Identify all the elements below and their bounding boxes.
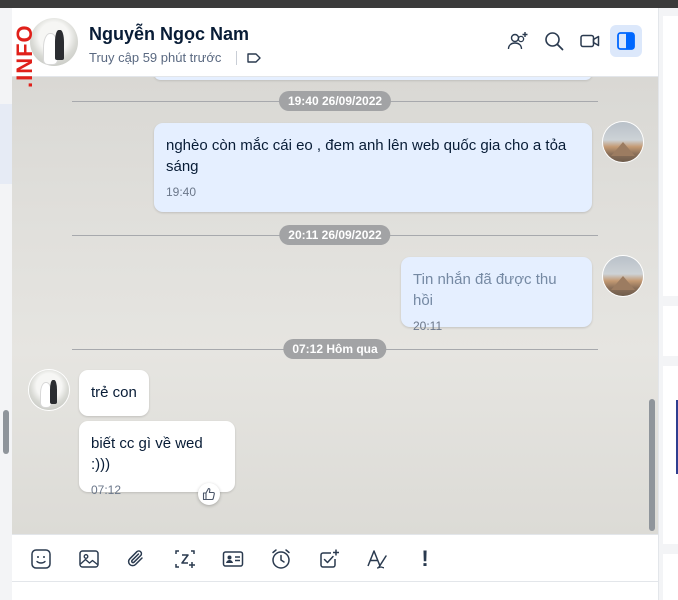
message-time: 19:40: [166, 185, 197, 199]
contact-last-seen: Truy cập 59 phút trước: [89, 50, 222, 65]
image-icon[interactable]: [77, 547, 101, 571]
conversation-list-edge: [0, 8, 12, 600]
message-text: nghèo còn mắc cái eo , đem anh lên web q…: [166, 137, 567, 175]
screenshot-icon[interactable]: [173, 547, 197, 571]
conversation-list-scrollbar[interactable]: [3, 410, 9, 454]
add-member-icon[interactable]: [507, 30, 529, 52]
video-call-icon[interactable]: [579, 30, 601, 52]
message-list[interactable]: 19:40 26/09/2022 nghèo còn mắc cái eo , …: [12, 77, 658, 534]
reaction-like-button[interactable]: [198, 483, 220, 505]
message-bubble-recalled[interactable]: Tin nhắn đã được thu hồi 20:11: [401, 257, 592, 333]
sidebar-toggle-icon[interactable]: [610, 25, 642, 57]
message-time: 20:11: [413, 319, 443, 333]
sticker-icon[interactable]: [29, 547, 53, 571]
chat-header: Nguyễn Ngọc Nam Truy cập 59 phút trước: [12, 8, 658, 77]
avatar-mountain: [611, 276, 635, 290]
message-list-scrollbar[interactable]: [649, 399, 655, 531]
tag-icon[interactable]: [246, 50, 262, 66]
contact-message-avatar[interactable]: [29, 370, 69, 410]
message-input[interactable]: [12, 582, 658, 600]
message-bubble-outgoing[interactable]: nghèo còn mắc cái eo , đem anh lên web q…: [154, 123, 592, 212]
todo-icon[interactable]: [317, 547, 341, 571]
info-card: [663, 16, 678, 296]
time-separator: 20:11 26/09/2022: [279, 225, 391, 245]
thumbs-up-icon: [202, 487, 215, 501]
contact-name[interactable]: Nguyễn Ngọc Nam: [89, 24, 249, 45]
conversation-list-selected-item[interactable]: [0, 104, 12, 184]
composer-toolbar: !: [12, 534, 658, 582]
message-bubble-incoming[interactable]: biết cc gì về wed :))) 07:12: [79, 421, 235, 497]
watermark-logo: .INFO: [12, 24, 37, 88]
important-icon[interactable]: !: [413, 547, 437, 571]
info-card[interactable]: [663, 554, 678, 600]
avatar-groom-figure: [55, 30, 64, 60]
contact-card-icon[interactable]: [221, 547, 245, 571]
my-avatar[interactable]: [603, 256, 643, 296]
previous-message-bubble[interactable]: [154, 77, 592, 80]
avatar-mountain: [611, 142, 635, 156]
my-avatar[interactable]: [603, 122, 643, 162]
window-top-bar: [0, 0, 678, 8]
text-format-icon[interactable]: [365, 547, 389, 571]
important-label: !: [421, 546, 429, 571]
reminder-icon[interactable]: [269, 547, 293, 571]
recalled-message-text: Tin nhắn đã được thu hồi: [413, 271, 557, 309]
search-icon[interactable]: [543, 30, 565, 52]
message-text: trẻ con: [91, 384, 137, 401]
conversation-info-panel-edge: [658, 8, 678, 600]
info-card[interactable]: [663, 306, 678, 356]
message-text: biết cc gì về wed :))): [91, 435, 203, 473]
header-divider: [236, 51, 237, 65]
message-bubble-incoming[interactable]: trẻ con: [79, 370, 149, 416]
time-separator: 19:40 26/09/2022: [278, 91, 392, 111]
time-separator: 07:12 Hôm qua: [283, 339, 387, 359]
avatar-groom-figure: [50, 380, 57, 404]
attachment-icon[interactable]: [125, 547, 149, 571]
